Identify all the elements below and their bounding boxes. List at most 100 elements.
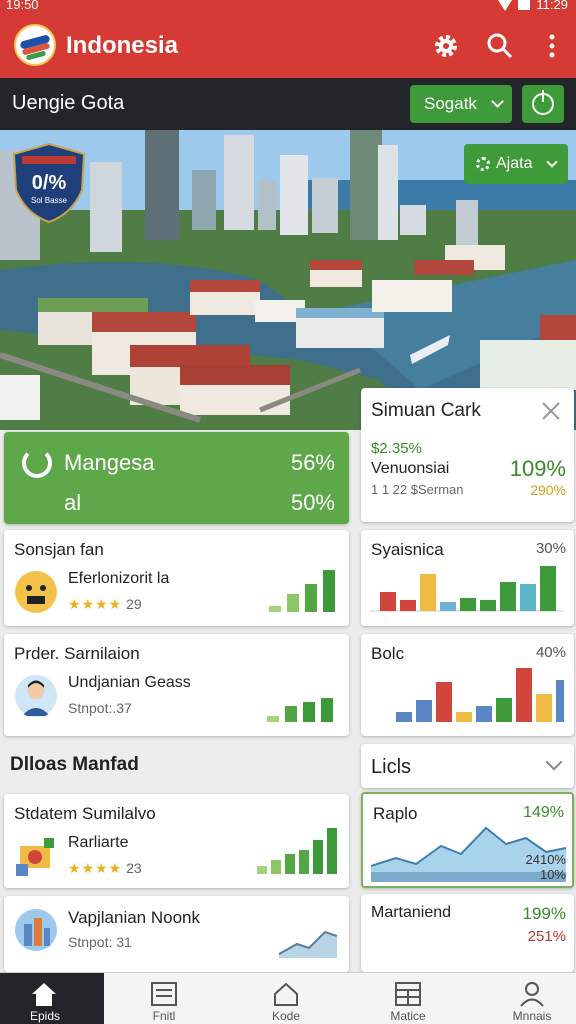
- simulation-title: Simuan Cark: [371, 400, 481, 421]
- nav-label: Kode: [271, 1009, 301, 1023]
- app-title: Indonesia: [66, 32, 179, 59]
- person-card[interactable]: Prder. Sarnilaion Undjanian Geass Stnpot…: [4, 634, 349, 736]
- card-title: Stdatem Sumilalvo: [14, 804, 156, 823]
- person-card[interactable]: Stdatem Sumilalvo Rarliarte ★★★★ 23: [4, 794, 349, 888]
- bar-sparkline-icon: [257, 828, 337, 874]
- simulation-sub: 1 1 22 $Serman: [371, 482, 464, 497]
- status-icons: 11:29: [498, 0, 568, 12]
- card-title: Vapjlanian Noonk: [68, 908, 200, 927]
- bar-chart-card[interactable]: Syaisnica 30%: [361, 530, 574, 626]
- simulation-card[interactable]: Simuan Cark $2.35% Venuonsiai 1 1 22 $Se…: [361, 388, 574, 522]
- bar-chart-icon: [396, 668, 564, 722]
- simulation-percent-2: 290%: [530, 482, 566, 498]
- simulation-percent-1: 109%: [509, 456, 566, 481]
- section-header-left: Dlloas Manfad: [0, 744, 356, 790]
- stat-card[interactable]: Martaniend 199% 251%: [361, 894, 574, 972]
- nav-tab-home[interactable]: Epids: [0, 973, 104, 1024]
- chevron-down-icon[interactable]: [545, 753, 563, 771]
- card-title: Sonsjan fan: [14, 540, 104, 559]
- card-meta: ★★★★ 29: [68, 596, 142, 613]
- settings-gear-icon[interactable]: [432, 32, 460, 60]
- bottom-navigation: Epids Fnitl Kode Matice Mnnais: [0, 972, 576, 1024]
- close-icon[interactable]: [540, 400, 562, 422]
- search-icon[interactable]: [486, 32, 514, 60]
- app-logo: [14, 24, 56, 66]
- card-title: Raplo: [373, 804, 418, 823]
- region-select-button[interactable]: Sogatk: [410, 85, 512, 123]
- region-select-label: Sogatk: [424, 94, 477, 113]
- bar-sparkline-icon: [269, 570, 335, 612]
- card-title: Bolc: [371, 644, 405, 663]
- person-card[interactable]: Vapjlanian Noonk Stnpot: 31: [4, 896, 349, 972]
- house-outline-icon: [274, 982, 298, 1006]
- card-value: 30%: [535, 540, 566, 557]
- nav-label: Mnnais: [512, 1009, 552, 1023]
- card-title: Prder. Sarnilaion: [14, 644, 140, 663]
- card-meta: ★★★★ 23: [68, 860, 142, 877]
- award-icon: [16, 838, 54, 876]
- card-percent-1: 149%: [523, 804, 564, 821]
- card-percent-2: 251%: [527, 928, 566, 945]
- data-dropdown-label: Ajata: [496, 155, 533, 172]
- nav-tab-list[interactable]: Fnitl: [114, 973, 214, 1024]
- shield-subtitle: Sol Basse: [30, 196, 68, 205]
- bar-chart-icon: [370, 566, 564, 612]
- refresh-icon: [22, 448, 52, 478]
- bar-chart-card[interactable]: Bolc 40%: [361, 634, 574, 736]
- person-card[interactable]: Sonsjan fan Eferlonizorit la ★★★★ 29: [4, 530, 349, 626]
- card-name: Rarliarte: [68, 834, 129, 851]
- more-vertical-icon[interactable]: [542, 32, 562, 60]
- data-dropdown-button[interactable]: Ajata: [464, 144, 568, 184]
- summary-card[interactable]: Mangesa al 56% 50%: [4, 432, 349, 524]
- status-bar: 19:50 11:29: [0, 0, 576, 14]
- sub-header: Uengie Gota Sogatk: [0, 78, 576, 130]
- person-avatar-icon: [15, 675, 57, 717]
- summary-value-2: 50%: [290, 490, 335, 515]
- signal-icon: [498, 0, 513, 11]
- chevron-down-icon: [546, 156, 558, 168]
- status-right-time: 11:29: [536, 0, 568, 12]
- person-icon: [520, 982, 544, 1007]
- nav-label: Epids: [29, 1009, 61, 1023]
- shield-value: 0/%: [31, 172, 67, 194]
- city-avatar-icon: [15, 909, 57, 951]
- card-name: Undjanian Geass: [68, 674, 191, 691]
- app-bar: Indonesia: [0, 14, 576, 78]
- simulation-name: Venuonsiai: [371, 460, 450, 477]
- gear-icon: [476, 157, 490, 171]
- card-percent-2: 2410%: [525, 852, 566, 867]
- grid-icon: [395, 982, 421, 1006]
- nav-label: Matice: [390, 1009, 426, 1023]
- sub-header-title: Uengie Gota: [12, 92, 125, 114]
- rating-stars: ★★★★: [68, 596, 123, 612]
- card-meta: Stnpot:.37: [68, 700, 132, 716]
- power-button[interactable]: [522, 85, 564, 123]
- area-chart-card[interactable]: Raplo 149% 2410% 10%: [361, 792, 574, 888]
- nav-tab-profile[interactable]: Mnnais: [482, 973, 576, 1024]
- rating-value: 29: [126, 596, 142, 612]
- nav-label: Fnitl: [152, 1009, 176, 1023]
- card-name: Eferlonizorit la: [68, 570, 170, 587]
- summary-value-1: 56%: [290, 450, 335, 475]
- bar-sparkline-icon: [267, 698, 333, 722]
- status-time: 19:50: [6, 0, 39, 12]
- nav-tab-grid[interactable]: Matice: [358, 973, 458, 1024]
- section-title: Dlloas Manfad: [10, 754, 139, 775]
- card-value: 40%: [535, 644, 566, 661]
- city-hero-image: 0/% Sol Basse Ajata: [0, 130, 576, 430]
- section-header-right[interactable]: Licls: [361, 744, 574, 788]
- card-percent-3: 10%: [539, 867, 566, 882]
- card-title: Syaisnica: [371, 540, 444, 559]
- card-meta: Stnpot: 31: [68, 934, 132, 950]
- nav-tab-home-outline[interactable]: Kode: [236, 973, 336, 1024]
- rating-stars: ★★★★: [68, 860, 123, 876]
- rating-value: 23: [126, 860, 142, 876]
- area-sparkline-icon: [279, 930, 337, 958]
- emoji-avatar-icon: [15, 571, 57, 613]
- home-icon: [32, 983, 56, 1006]
- card-percent-1: 199%: [522, 904, 566, 923]
- chevron-down-icon: [491, 95, 504, 108]
- section-title: Licls: [371, 756, 412, 778]
- summary-label-2: al: [64, 490, 82, 515]
- simulation-amount: $2.35%: [371, 440, 422, 457]
